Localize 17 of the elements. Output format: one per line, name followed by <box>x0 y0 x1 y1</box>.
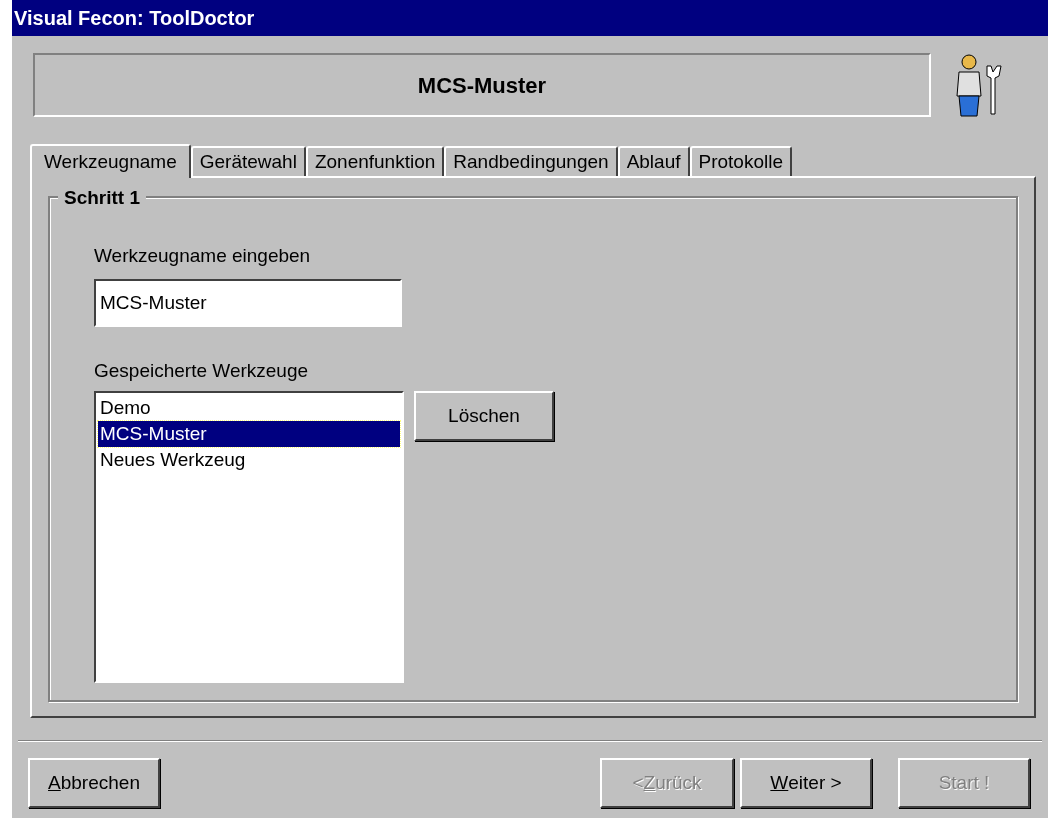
list-label: Gespeicherte Werkzeuge <box>94 358 310 383</box>
tab[interactable]: Protokolle <box>689 146 792 176</box>
tab[interactable]: Gerätewahl <box>190 146 306 176</box>
list-item[interactable]: Demo <box>98 395 400 421</box>
tab[interactable]: Ablauf <box>617 146 690 176</box>
tab[interactable]: Werkzeugname <box>30 144 191 178</box>
header-panel: MCS-Muster <box>33 53 931 117</box>
cancel-button[interactable]: Abbrechen <box>28 758 160 808</box>
field-label: Werkzeugname eingeben <box>94 244 312 268</box>
next-button[interactable]: Weiter > <box>740 758 872 808</box>
list-item[interactable]: Neues Werkzeug <box>98 447 400 473</box>
tab[interactable]: Zonenfunktion <box>305 146 445 176</box>
delete-button[interactable]: Löschen <box>414 391 554 441</box>
list-item[interactable]: MCS-Muster <box>98 421 400 447</box>
tool-name-field[interactable]: MCS-Muster <box>94 278 402 327</box>
window-title: Visual Fecon: ToolDoctor <box>12 0 1048 36</box>
tab[interactable]: Randbedingungen <box>444 146 618 176</box>
